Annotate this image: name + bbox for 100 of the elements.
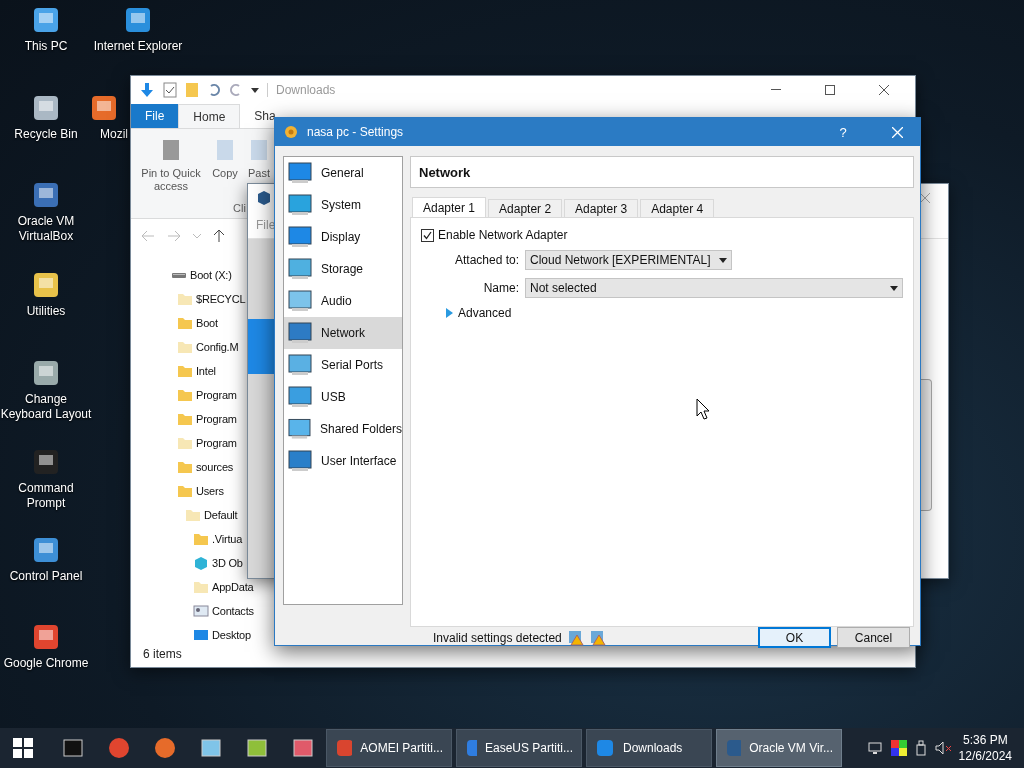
cube-logo-icon: [256, 190, 272, 206]
category-item[interactable]: USB: [284, 381, 402, 413]
field-label: Name:: [482, 281, 519, 295]
tree-item[interactable]: Program: [196, 437, 237, 449]
tree-item[interactable]: Boot (X:): [190, 269, 232, 281]
tree-item[interactable]: $RECYCL: [196, 293, 246, 305]
category-item[interactable]: Audio: [284, 285, 402, 317]
desktop-folder-icon: [193, 627, 209, 643]
desktop-icon-label[interactable]: Oracle VM VirtualBox: [0, 214, 92, 244]
tree-item[interactable]: Boot: [196, 317, 218, 329]
close-icon[interactable]: [920, 193, 930, 203]
document-icon[interactable]: [246, 737, 268, 759]
tree-item[interactable]: Program: [196, 389, 237, 401]
checkbox-label[interactable]: Enable Network Adapter: [438, 228, 568, 242]
category-item[interactable]: User Interface: [284, 445, 402, 477]
desktop-icon-label[interactable]: Recycle Bin: [14, 127, 78, 142]
tree-item[interactable]: Config.M: [196, 341, 239, 353]
faded-folder-icon: [177, 435, 193, 451]
category-item[interactable]: Storage: [284, 253, 402, 285]
caret-icon[interactable]: [251, 86, 259, 94]
checklist-icon[interactable]: [163, 82, 177, 98]
faded-folder-icon: [177, 291, 193, 307]
warning-icon: [589, 629, 606, 646]
ribbon-command[interactable]: Copy: [211, 137, 239, 180]
category-item[interactable]: Network: [284, 317, 402, 349]
dialog-button[interactable]: Cancel: [837, 627, 910, 648]
desktop-icon-label[interactable]: Control Panel: [9, 569, 83, 584]
tree-item[interactable]: AppData: [212, 581, 254, 593]
minimize-icon[interactable]: [771, 89, 781, 91]
down-arrow-icon[interactable]: [139, 82, 155, 98]
category-item[interactable]: General: [284, 157, 402, 189]
field-label: Attached to:: [453, 253, 519, 267]
clock[interactable]: 5:36 PM 12/6/2024: [952, 732, 1024, 764]
desktop-icon-label[interactable]: Internet Explorer: [93, 39, 183, 54]
desktop-app-icon: [89, 93, 119, 123]
category-item[interactable]: Serial Ports: [284, 349, 402, 381]
ribbon-tab[interactable]: Home: [178, 104, 241, 128]
warning-icon: [567, 629, 584, 646]
desktop-app-icon: [123, 5, 153, 35]
ribbon-tab[interactable]: File: [131, 104, 179, 128]
taskbar-window-button[interactable]: Oracle VM Vir...: [716, 729, 842, 767]
tree-item[interactable]: Desktop: [212, 629, 251, 641]
round-logo-icon[interactable]: [154, 737, 176, 759]
tree-item[interactable]: Users: [196, 485, 224, 497]
tree-item[interactable]: Contacts: [212, 605, 254, 617]
taskbar-window-button[interactable]: Downloads: [586, 729, 712, 767]
adapter-tab[interactable]: Adapter 3: [564, 199, 639, 217]
desktop-icon-label[interactable]: This PC: [24, 39, 68, 54]
category-item[interactable]: Shared Folders: [284, 413, 402, 445]
desktop-app-icon: [31, 447, 61, 477]
app-icon: [465, 738, 477, 758]
desktop-app-icon: [31, 93, 61, 123]
tree-item[interactable]: Program: [196, 413, 237, 425]
desktop-icon-label[interactable]: Command Prompt: [0, 481, 92, 511]
attached-to-dropdown[interactable]: Cloud Network [EXPERIMENTAL]: [525, 250, 732, 270]
category-item[interactable]: Display: [284, 221, 402, 253]
triangle-icon: [445, 308, 454, 318]
desktop-icon-label[interactable]: Change Keyboard Layout: [0, 392, 92, 422]
desktop-icon-label[interactable]: Mozil: [100, 127, 128, 142]
tree-item[interactable]: Intel: [196, 365, 216, 377]
usb-drive-icon[interactable]: [914, 740, 927, 756]
tree-item[interactable]: 3D Ob: [212, 557, 243, 569]
monitor-icon: [288, 161, 312, 185]
ribbon-command[interactable]: Pin to Quick access: [137, 137, 205, 193]
adapter-tab[interactable]: Adapter 1: [412, 197, 487, 217]
up-arrow-icon[interactable]: [213, 229, 225, 244]
help-button[interactable]: ?: [820, 118, 866, 146]
display-icon: [288, 225, 312, 249]
muted-speaker-icon[interactable]: [934, 740, 953, 756]
tree-item[interactable]: sources: [196, 461, 234, 473]
checkbox[interactable]: [421, 228, 434, 242]
close-icon[interactable]: [879, 85, 889, 95]
status-text: 6 items: [142, 647, 183, 663]
tree-item[interactable]: Default: [204, 509, 238, 521]
desktop-app-icon: [31, 5, 61, 35]
taskbar-window-button[interactable]: EaseUS Partiti...: [456, 729, 582, 767]
category-item[interactable]: System: [284, 189, 402, 221]
tree-item[interactable]: .Virtua: [212, 533, 243, 545]
terminal-icon[interactable]: [62, 737, 84, 759]
contact-card-icon: [193, 603, 209, 619]
advanced-toggle[interactable]: Advanced: [445, 306, 903, 320]
caret-icon: [718, 257, 727, 263]
ribbon-command[interactable]: Past: [245, 137, 273, 180]
color-squares-icon[interactable]: [890, 740, 907, 756]
adapter-tab[interactable]: Adapter 2: [488, 199, 563, 217]
round-logo-icon[interactable]: [108, 737, 130, 759]
dialog-button[interactable]: OK: [758, 627, 831, 648]
maximize-icon[interactable]: [825, 85, 835, 95]
caret-icon: [890, 285, 898, 291]
faded-folder-icon: [177, 339, 193, 355]
taskbar-window-button[interactable]: AOMEI Partiti...: [326, 729, 452, 767]
ribbon-group-label: Cli: [233, 202, 246, 215]
faded-folder-icon: [193, 579, 209, 595]
desktop-icon-label[interactable]: Google Chrome: [3, 656, 89, 671]
desktop-icon-label[interactable]: Utilities: [26, 304, 66, 319]
cube-icon: [193, 555, 209, 571]
windows-logo-icon[interactable]: [13, 738, 33, 758]
adapter-tab[interactable]: Adapter 4: [640, 199, 715, 217]
desktop-app-icon: [31, 180, 61, 210]
name-dropdown[interactable]: Not selected: [525, 278, 903, 298]
